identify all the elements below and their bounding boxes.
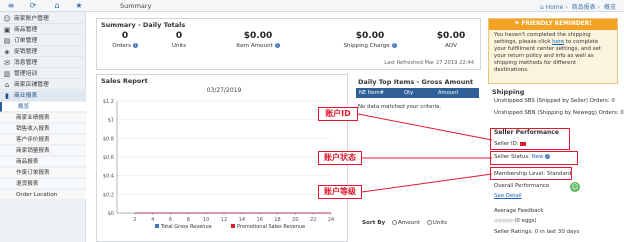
annotation-arrows [357,113,493,193]
annotation-arrow [357,113,493,141]
annotation-arrow [361,173,493,193]
